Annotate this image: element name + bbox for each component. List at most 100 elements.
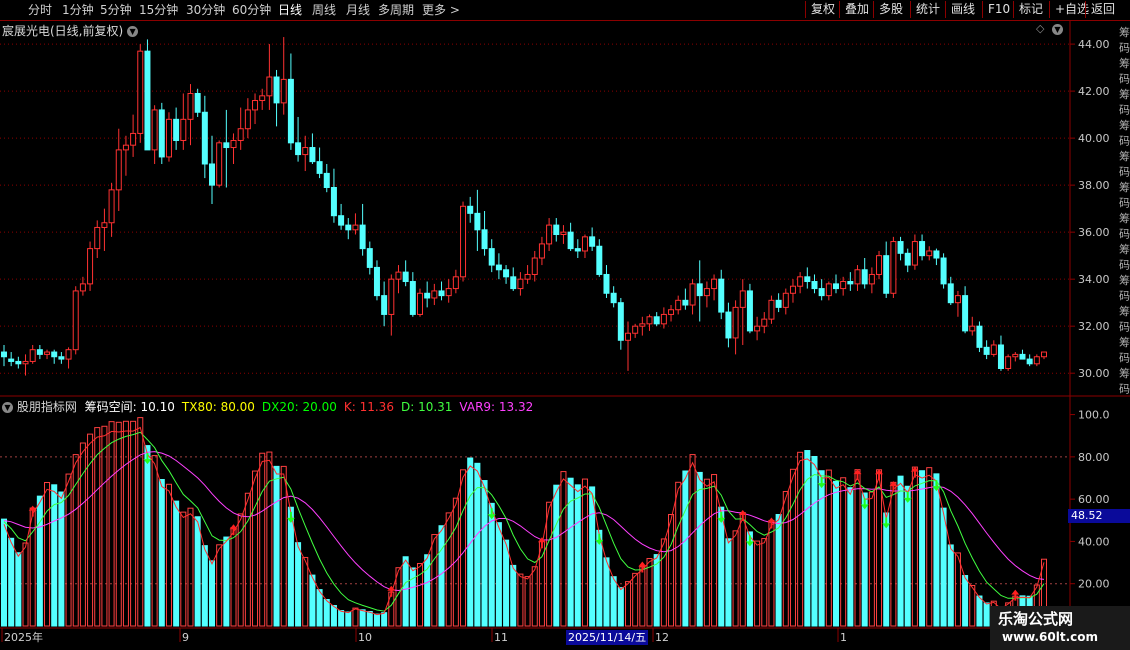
ind-bar-28 — [201, 545, 208, 627]
candle-body-138 — [990, 344, 997, 355]
ind-bar-96 — [689, 454, 696, 627]
candle-body-85 — [610, 292, 617, 304]
candle-body-40 — [287, 78, 294, 144]
ind-bar-25 — [180, 511, 187, 627]
right-strip-char-3: 码 — [1119, 73, 1130, 86]
candle-body-145 — [1041, 351, 1047, 358]
candle-body-19 — [137, 50, 144, 134]
watermark-logo: 乐淘公式网 www.60lt.com — [990, 606, 1130, 650]
candle-body-65 — [467, 205, 474, 214]
candle-body-53 — [381, 295, 388, 315]
ind-bar-45 — [323, 598, 330, 627]
ind-bar-95 — [682, 470, 689, 627]
ind-bar-65 — [467, 457, 474, 627]
ind-bar-24 — [173, 500, 180, 627]
ind-bar-18 — [130, 420, 137, 627]
candle-body-17 — [122, 144, 129, 151]
ind-bar-130 — [933, 473, 940, 627]
candle-body-56 — [402, 271, 409, 283]
ind-bar-80 — [574, 484, 581, 627]
price-label-0: 44.00 — [1078, 38, 1110, 51]
candle-body-37 — [266, 76, 273, 97]
ind-bar-114 — [818, 470, 825, 627]
right-strip-char-18: 筹 — [1119, 304, 1130, 318]
candle-body-81 — [581, 236, 588, 252]
ind-bar-8 — [58, 491, 65, 627]
candle-body-2 — [15, 360, 22, 365]
candle-body-23 — [165, 118, 172, 158]
ind-bar-31 — [223, 536, 230, 627]
ind-bar-137 — [983, 602, 990, 627]
candle-body-112 — [804, 276, 811, 283]
ind-bar-16 — [115, 421, 122, 627]
price-label-3: 38.00 — [1078, 179, 1110, 192]
candle-body-144 — [1033, 356, 1040, 365]
ind-bar-23 — [165, 483, 172, 627]
right-strip-char-15: 码 — [1119, 259, 1130, 272]
candle-body-49 — [352, 224, 359, 231]
ind-bar-76 — [546, 501, 553, 627]
right-strip-char-19: 码 — [1119, 321, 1130, 334]
ind-bar-39 — [280, 465, 287, 627]
candle-body-94 — [675, 299, 682, 311]
price-label-1: 42.00 — [1078, 85, 1110, 98]
right-strip-char-17: 码 — [1119, 290, 1130, 303]
candle-body-107 — [768, 299, 775, 320]
ind-bar-17 — [122, 420, 129, 627]
candle-body-95 — [682, 299, 689, 306]
candle-body-113 — [811, 281, 818, 290]
right-strip-char-13: 码 — [1119, 228, 1130, 241]
candle-body-25 — [180, 118, 187, 141]
ind-bar-87 — [624, 581, 632, 627]
candle-body-126 — [904, 252, 911, 266]
ind-bar-90 — [646, 558, 653, 627]
ind-bar-71 — [510, 564, 517, 627]
candle-body-21 — [151, 109, 158, 151]
ind-bar-108 — [775, 514, 782, 627]
ind-bar-44 — [316, 589, 323, 627]
candle-body-87 — [625, 332, 631, 341]
ind-bar-4 — [29, 507, 36, 627]
candle-body-73 — [524, 273, 531, 280]
ind-bar-78 — [560, 471, 567, 627]
ind-label-4: 20.00 — [1078, 578, 1110, 591]
ind-bar-94 — [675, 481, 682, 627]
candle-body-91 — [653, 316, 660, 325]
ind-bar-135 — [969, 584, 976, 627]
ind-bar-53 — [381, 612, 388, 627]
ind-bar-48 — [345, 611, 352, 627]
ind-bar-126 — [904, 485, 911, 627]
candle-body-117 — [840, 281, 847, 290]
candle-body-47 — [338, 215, 345, 226]
candle-body-13 — [94, 226, 101, 250]
ind-bar-99 — [711, 474, 718, 627]
date-label-0: 2025年 — [4, 630, 43, 644]
candle-body-46 — [330, 186, 337, 217]
date-label-6: 1 — [840, 631, 847, 644]
candle-body-129 — [926, 250, 933, 257]
ind-bar-38 — [273, 465, 280, 627]
ind-bar-77 — [553, 484, 560, 627]
candle-body-43 — [309, 147, 316, 163]
ind-bar-22 — [158, 479, 165, 627]
candle-body-60 — [431, 290, 438, 299]
candle-body-121 — [868, 273, 875, 285]
ind-bar-0 — [0, 518, 8, 627]
right-strip-char-10: 筹 — [1119, 180, 1130, 194]
candle-body-80 — [574, 248, 581, 252]
ind-bar-43 — [309, 574, 316, 627]
candle-body-20 — [144, 50, 151, 151]
ind-bar-101 — [725, 538, 732, 627]
candle-body-86 — [617, 302, 624, 341]
ind-bar-59 — [424, 554, 431, 627]
chart-canvas[interactable]: 44.00 42.00 40.00 38.00 36.00 34.00 32.00 30.00… — [0, 0, 1130, 650]
right-strip-char-6: 筹 — [1119, 118, 1130, 132]
ind-bar-124 — [890, 481, 897, 627]
price-label-7: 30.00 — [1078, 367, 1110, 380]
candle-body-125 — [897, 241, 904, 254]
candle-body-135 — [969, 325, 976, 332]
candle-body-101 — [725, 311, 732, 339]
candle-body-7 — [51, 351, 58, 358]
candle-body-97 — [696, 283, 703, 297]
candle-body-134 — [962, 295, 969, 332]
